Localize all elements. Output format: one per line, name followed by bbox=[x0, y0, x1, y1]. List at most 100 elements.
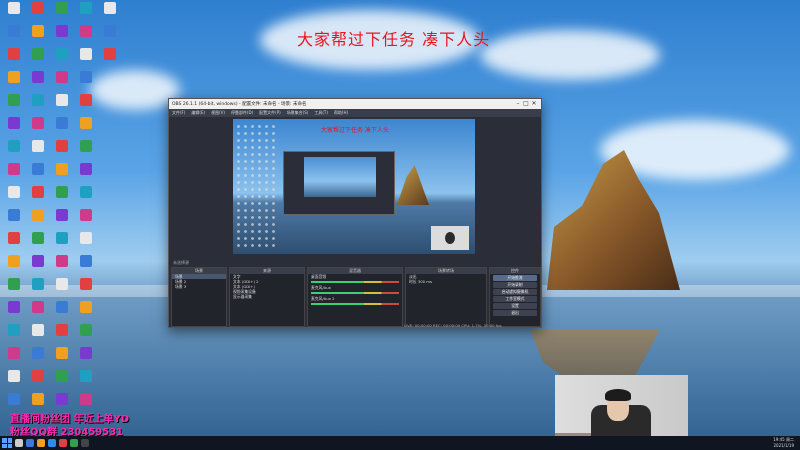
desktop-shortcut-icon[interactable] bbox=[26, 71, 50, 83]
desktop-shortcut-icon[interactable] bbox=[74, 2, 98, 14]
source-item[interactable]: 显示器采集 bbox=[230, 294, 304, 299]
desktop-shortcut-icon[interactable] bbox=[2, 117, 26, 129]
desktop-shortcut-icon[interactable] bbox=[26, 140, 50, 152]
desktop-shortcut-icon[interactable] bbox=[2, 347, 26, 359]
desktop-shortcut-icon[interactable] bbox=[26, 232, 50, 244]
desktop-shortcut-icon[interactable] bbox=[2, 94, 26, 106]
desktop-shortcut-icon[interactable] bbox=[74, 324, 98, 336]
desktop-shortcut-icon[interactable] bbox=[50, 209, 74, 221]
desktop-shortcut-icon[interactable] bbox=[50, 117, 74, 129]
desktop-shortcut-icon[interactable] bbox=[50, 370, 74, 382]
menu-docks[interactable]: 停靠部件(D) bbox=[231, 110, 253, 116]
desktop-shortcut-icon[interactable] bbox=[50, 301, 74, 313]
transition-duration[interactable]: 时长 300 ms bbox=[406, 279, 486, 284]
menu-scene-collection[interactable]: 场景集合(S) bbox=[287, 110, 309, 116]
desktop-shortcut-icon[interactable] bbox=[74, 25, 98, 37]
desktop-shortcut-icon[interactable] bbox=[26, 2, 50, 14]
desktop-shortcut-icon[interactable] bbox=[2, 370, 26, 382]
windows-start-icon[interactable] bbox=[2, 438, 12, 448]
settings-button[interactable]: 设置 bbox=[493, 303, 537, 309]
desktop-shortcut-icon[interactable] bbox=[74, 140, 98, 152]
file-explorer-icon[interactable] bbox=[37, 439, 45, 447]
scene-item[interactable]: 场景 3 bbox=[172, 284, 226, 289]
desktop-shortcut-icon[interactable] bbox=[74, 94, 98, 106]
menu-help[interactable]: 帮助(H) bbox=[334, 110, 348, 116]
desktop-shortcut-icon[interactable] bbox=[50, 94, 74, 106]
desktop-shortcut-icon[interactable] bbox=[2, 324, 26, 336]
start-streaming-button[interactable]: 开始推流 bbox=[493, 275, 537, 281]
desktop-shortcut-icon[interactable] bbox=[2, 278, 26, 290]
desktop-shortcut-icon[interactable] bbox=[50, 163, 74, 175]
desktop-shortcut-icon[interactable] bbox=[74, 301, 98, 313]
desktop-shortcut-icon[interactable] bbox=[50, 2, 74, 14]
desktop-shortcut-icon[interactable] bbox=[26, 117, 50, 129]
desktop-shortcut-icon[interactable] bbox=[2, 232, 26, 244]
desktop-shortcut-icon[interactable] bbox=[74, 71, 98, 83]
desktop-shortcut-icon[interactable] bbox=[74, 347, 98, 359]
obs-taskbar-icon[interactable] bbox=[81, 439, 89, 447]
desktop-shortcut-icon[interactable] bbox=[74, 209, 98, 221]
desktop-shortcut-icon[interactable] bbox=[98, 2, 122, 14]
desktop-shortcut-icon[interactable] bbox=[50, 71, 74, 83]
desktop-shortcut-icon[interactable] bbox=[26, 186, 50, 198]
menu-profile[interactable]: 配置文件(P) bbox=[259, 110, 281, 116]
desktop-shortcut-icon[interactable] bbox=[50, 278, 74, 290]
desktop-shortcut-icon[interactable] bbox=[74, 393, 98, 405]
menu-edit[interactable]: 编辑(E) bbox=[191, 110, 205, 116]
desktop-shortcut-icon[interactable] bbox=[26, 301, 50, 313]
desktop-shortcut-icon[interactable] bbox=[26, 209, 50, 221]
desktop-shortcut-icon[interactable] bbox=[50, 324, 74, 336]
desktop-shortcut-icon[interactable] bbox=[50, 140, 74, 152]
desktop-shortcut-icon[interactable] bbox=[2, 186, 26, 198]
desktop-shortcut-icon[interactable] bbox=[50, 48, 74, 60]
desktop-shortcut-icon[interactable] bbox=[2, 255, 26, 267]
desktop-shortcut-icon[interactable] bbox=[50, 186, 74, 198]
obs-preview[interactable]: 大家帮过下任务 凑下人头 bbox=[233, 119, 475, 254]
desktop-shortcut-icon[interactable] bbox=[74, 186, 98, 198]
menu-view[interactable]: 视图(V) bbox=[211, 110, 225, 116]
desktop-shortcut-icon[interactable] bbox=[74, 370, 98, 382]
maximize-icon[interactable]: □ bbox=[522, 100, 530, 108]
desktop-shortcut-icon[interactable] bbox=[2, 140, 26, 152]
desktop-shortcut-icon[interactable] bbox=[50, 232, 74, 244]
desktop-shortcut-icon[interactable] bbox=[26, 278, 50, 290]
volume-meter[interactable] bbox=[311, 281, 399, 283]
volume-meter[interactable] bbox=[311, 303, 399, 305]
volume-meter[interactable] bbox=[311, 292, 399, 294]
desktop-shortcut-icon[interactable] bbox=[26, 393, 50, 405]
desktop-shortcut-icon[interactable] bbox=[74, 48, 98, 60]
desktop-shortcut-icon[interactable] bbox=[26, 48, 50, 60]
desktop-shortcut-icon[interactable] bbox=[2, 301, 26, 313]
start-recording-button[interactable]: 开始录制 bbox=[493, 282, 537, 288]
app-icon[interactable] bbox=[70, 439, 78, 447]
browser-icon[interactable] bbox=[48, 439, 56, 447]
desktop-shortcut-icon[interactable] bbox=[26, 370, 50, 382]
desktop-shortcut-icon[interactable] bbox=[50, 347, 74, 359]
desktop-shortcut-icon[interactable] bbox=[26, 347, 50, 359]
obs-titlebar[interactable]: OBS 26.1.1 (64-bit, windows) - 配置文件: 未命名… bbox=[169, 99, 541, 109]
desktop-shortcut-icon[interactable] bbox=[26, 94, 50, 106]
desktop-shortcut-icon[interactable] bbox=[74, 163, 98, 175]
desktop-shortcut-icon[interactable] bbox=[2, 2, 26, 14]
desktop-shortcut-icon[interactable] bbox=[2, 393, 26, 405]
desktop-shortcut-icon[interactable] bbox=[26, 324, 50, 336]
desktop-shortcut-icon[interactable] bbox=[2, 25, 26, 37]
desktop-shortcut-icon[interactable] bbox=[50, 393, 74, 405]
desktop-shortcut-icon[interactable] bbox=[74, 117, 98, 129]
menu-tools[interactable]: 工具(T) bbox=[314, 110, 328, 116]
desktop-shortcut-icon[interactable] bbox=[98, 25, 122, 37]
menu-file[interactable]: 文件(F) bbox=[172, 110, 185, 116]
desktop-shortcut-icon[interactable] bbox=[2, 71, 26, 83]
desktop-shortcut-icon[interactable] bbox=[2, 163, 26, 175]
desktop-shortcut-icon[interactable] bbox=[74, 232, 98, 244]
obs-window[interactable]: OBS 26.1.1 (64-bit, windows) - 配置文件: 未命名… bbox=[168, 98, 542, 328]
desktop-shortcut-icon[interactable] bbox=[50, 25, 74, 37]
taskbar-clock[interactable]: 19:45 周二 2021/1/19 bbox=[773, 437, 794, 449]
desktop-shortcut-icon[interactable] bbox=[74, 278, 98, 290]
studio-mode-button[interactable]: 工作室模式 bbox=[493, 296, 537, 302]
desktop-shortcut-icon[interactable] bbox=[2, 48, 26, 60]
desktop-shortcut-icon[interactable] bbox=[26, 25, 50, 37]
virtual-camera-button[interactable]: 启动虚拟摄像机 bbox=[493, 289, 537, 295]
desktop-shortcut-icon[interactable] bbox=[26, 255, 50, 267]
search-icon[interactable] bbox=[15, 439, 23, 447]
